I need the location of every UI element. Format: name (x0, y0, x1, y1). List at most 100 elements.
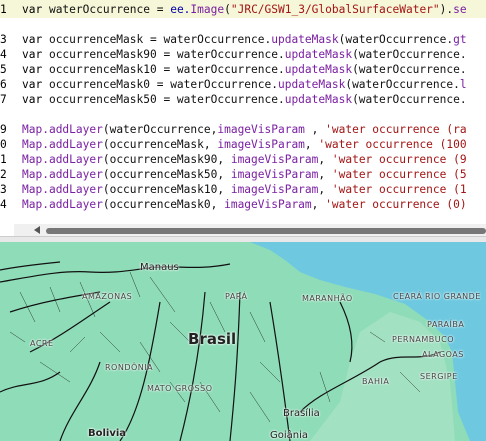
code-line[interactable]: 4 var occurrenceMask90 = waterOccurrence.… (0, 47, 486, 62)
line-number: 5 (0, 63, 7, 76)
code-token: imageVisParam (230, 183, 319, 196)
code-token: (waterOccurrence. (338, 33, 454, 46)
code-token: Map. (22, 153, 49, 166)
map-label-amazonas: AMAZONAS (82, 292, 133, 301)
line-number: 3 (0, 33, 7, 46)
code-token: occurrenceMask10 = waterOccurrence. (48, 63, 285, 76)
code-token: occurrenceMask = waterOccurrence. (48, 33, 272, 46)
code-token: , (318, 153, 332, 166)
code-line[interactable] (0, 17, 486, 32)
line-number: 6 (0, 78, 7, 91)
line-number: 0 (0, 138, 7, 151)
map-label-paraiba: PARAÍBA (427, 320, 465, 329)
code-token: , (318, 183, 332, 196)
map-view[interactable]: Manaus AMAZONAS PARÁ MARANHÃO CEARÁ RIO … (0, 242, 486, 441)
code-token: (waterOccurrence. (352, 63, 467, 76)
code-token: 'water occurrence (100 (318, 138, 467, 151)
map-label-maranhao: MARANHÃO (302, 294, 353, 303)
code-token: ee. (170, 3, 191, 16)
code-token: , (318, 168, 332, 181)
code-token: , (304, 123, 326, 136)
code-editor[interactable]: 1 var waterOccurrence = ee.Image("JRC/GSW… (0, 0, 486, 236)
code-line[interactable]: 3 Map.addLayer(occurrenceMask10, imageVis… (0, 182, 486, 197)
code-token: , (304, 138, 319, 151)
code-line[interactable]: 1 var waterOccurrence = ee.Image("JRC/GSW… (0, 2, 486, 17)
code-token: updateMask (271, 33, 339, 46)
code-token: se (453, 3, 467, 16)
map-label-brasil: Brasil (188, 330, 237, 348)
code-token: updateMask (284, 63, 353, 76)
code-line[interactable]: 6 var occurrenceMask0 = waterOccurrence.u… (0, 77, 486, 92)
code-token: addLayer (48, 153, 103, 166)
splitter-grip-icon[interactable] (248, 237, 272, 252)
map-label-rondonia: RONDÔNIA (105, 363, 154, 372)
code-token: Image (190, 3, 225, 16)
code-token: imageVisParam (230, 168, 319, 181)
horizontal-scrollbar-thumb[interactable] (46, 228, 486, 234)
code-token: 'water occurrence (1 (331, 183, 467, 196)
map-label-para: PARÁ (225, 292, 248, 301)
code-token: (occurrenceMask, (102, 138, 218, 151)
code-token: var (22, 33, 49, 46)
code-token: ). (439, 3, 454, 16)
map-label-pernambuco: PERNAMBUCO (392, 335, 455, 344)
map-label-bahia: BAHIA (362, 377, 390, 386)
code-token: (waterOccurrence. (352, 93, 467, 106)
code-token: waterOccurrence = (48, 3, 171, 16)
code-line[interactable]: 3 var occurrenceMask = waterOccurrence.up… (0, 32, 486, 47)
code-line[interactable]: 2 Map.addLayer(occurrenceMask50, imageVis… (0, 167, 486, 182)
code-token: gt (453, 33, 467, 46)
line-number: 7 (0, 93, 7, 106)
code-line[interactable] (0, 107, 486, 122)
code-token: var (22, 63, 49, 76)
code-token: Map. (22, 183, 49, 196)
code-token: ( (224, 3, 231, 16)
code-token: addLayer (48, 123, 103, 136)
code-token: occurrenceMask50 = waterOccurrence. (48, 93, 285, 106)
code-token: Map. (22, 138, 49, 151)
code-token: , (311, 198, 326, 211)
map-label-bolivia: Bolivia (88, 428, 127, 439)
line-number: 9 (0, 123, 7, 136)
code-line[interactable]: 0 Map.addLayer(occurrenceMask, imageVisPa… (0, 137, 486, 152)
code-line[interactable]: 5 var occurrenceMask10 = waterOccurrence.… (0, 62, 486, 77)
code-token: (occurrenceMask0, (102, 198, 225, 211)
scroll-left-arrow-icon[interactable] (34, 226, 40, 234)
code-token: (occurrenceMask50, (102, 168, 231, 181)
code-token: var (22, 3, 49, 16)
code-token: 'water occurrence (5 (331, 168, 467, 181)
code-token: updateMask (277, 78, 346, 91)
code-token: addLayer (48, 168, 103, 181)
code-token: (occurrenceMask10, (102, 183, 231, 196)
map-label-mato-grosso: MATO GROSSO (147, 384, 213, 393)
code-token: Map. (22, 168, 49, 181)
code-token: 'water occurrence (9 (331, 153, 467, 166)
map-label-sergipe: SERGIPE (420, 372, 458, 381)
code-token: Map. (22, 123, 49, 136)
code-token: updateMask (284, 93, 353, 106)
line-number: 3 (0, 183, 7, 196)
code-token: addLayer (48, 198, 103, 211)
code-token: var (22, 93, 49, 106)
map-label-rio-grande: RIO GRANDE (425, 292, 481, 301)
line-number: 2 (0, 168, 7, 181)
code-token: imageVisParam (217, 138, 305, 151)
line-number: 4 (0, 198, 7, 211)
map-label-ceara: CEARÁ (393, 292, 423, 301)
code-token: imageVisParam (224, 198, 312, 211)
line-number: 1 (0, 3, 7, 16)
code-line[interactable]: 4 Map.addLayer(occurrenceMask0, imageVisP… (0, 197, 486, 212)
code-line[interactable]: 9 Map.addLayer(waterOccurrence,imageVisPa… (0, 122, 486, 137)
map-label-goiania: Goiânia (270, 430, 309, 441)
code-token: (waterOccurrence. (345, 78, 460, 91)
code-token: addLayer (48, 183, 103, 196)
map-label-brasilia: Brasília (283, 408, 320, 419)
code-token: updateMask (284, 48, 353, 61)
code-token: imageVisParam (217, 123, 305, 136)
code-token: 'water occurrence (ra (325, 123, 467, 136)
code-token: 'water occurrence (0) (325, 198, 467, 211)
code-token: occurrenceMask0 = waterOccurrence. (48, 78, 278, 91)
code-token: addLayer (48, 138, 103, 151)
code-line[interactable]: 1 Map.addLayer(occurrenceMask90, imageVis… (0, 152, 486, 167)
code-line[interactable]: 7 var occurrenceMask50 = waterOccurrence.… (0, 92, 486, 107)
